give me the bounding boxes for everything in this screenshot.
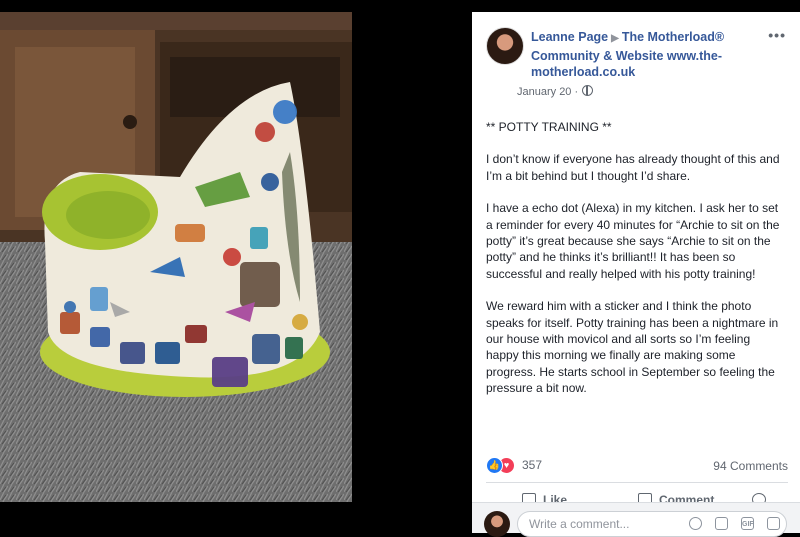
post-photo[interactable] [0, 12, 352, 502]
potty-image [0, 12, 352, 502]
gif-icon[interactable]: GIF [741, 517, 754, 530]
sticker-icon[interactable] [767, 517, 780, 530]
camera-icon[interactable] [715, 517, 728, 530]
composer-layer: GIF [472, 12, 800, 537]
emoji-icon[interactable] [689, 517, 702, 530]
like-reaction-icon[interactable]: 👍 [486, 457, 503, 474]
viewer-avatar[interactable] [484, 511, 510, 537]
comment-input-icons: GIF [689, 517, 785, 533]
